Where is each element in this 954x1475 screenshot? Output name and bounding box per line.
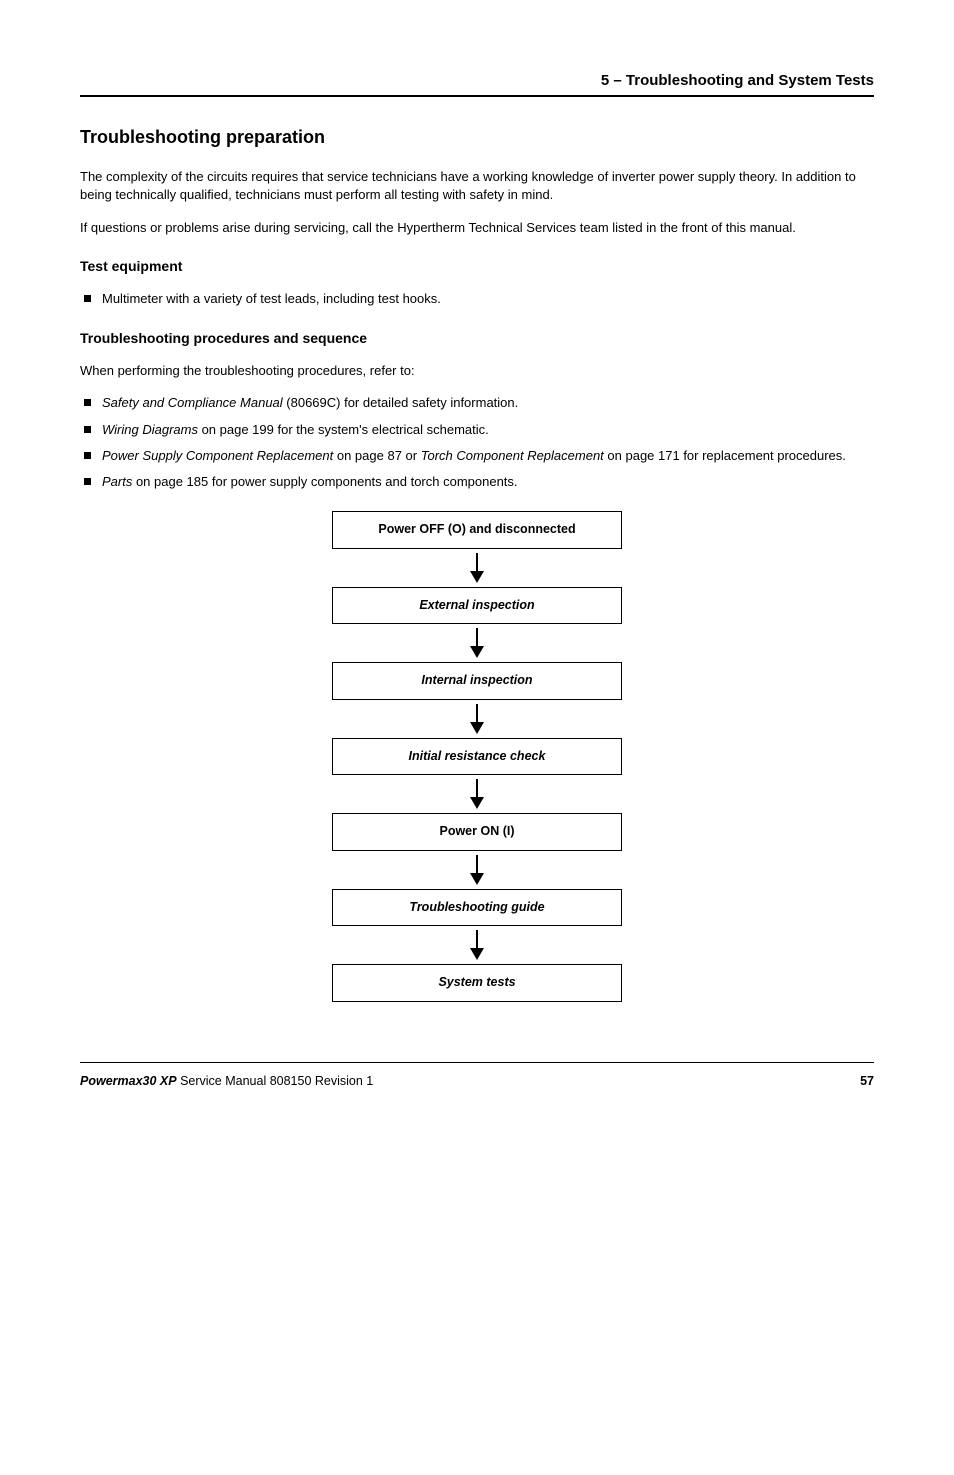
flowchart: Power OFF (O) and disconnected External … — [80, 511, 874, 1002]
arrow-down-icon — [468, 553, 486, 583]
intro-para-1: The complexity of the circuits requires … — [80, 168, 874, 204]
flow-box-label: Troubleshooting guide — [409, 900, 544, 914]
list-item-text: on page 185 for power supply components … — [132, 474, 517, 489]
ref-link: Power Supply Component Replacement — [102, 448, 333, 463]
flow-box-label: Initial resistance check — [409, 749, 546, 763]
chapter-title: 5 – Troubleshooting and System Tests — [80, 70, 874, 91]
section-heading: Troubleshooting preparation — [80, 125, 874, 150]
list-item: Multimeter with a variety of test leads,… — [80, 290, 874, 308]
arrow-down-icon — [468, 704, 486, 734]
flow-box-internal-inspection: Internal inspection — [332, 662, 622, 700]
footer-doc-text: Service Manual 808150 Revision 1 — [177, 1074, 374, 1088]
page-footer: Powermax30 XP Service Manual 808150 Revi… — [80, 1062, 874, 1091]
list-item-text: on page 87 or — [333, 448, 420, 463]
list-item: Safety and Compliance Manual (80669C) fo… — [80, 394, 874, 412]
flow-box-power-on: Power ON (I) — [332, 813, 622, 851]
arrow-down-icon — [468, 628, 486, 658]
footer-doc-info: Powermax30 XP Service Manual 808150 Revi… — [80, 1073, 373, 1091]
flow-box-external-inspection: External inspection — [332, 587, 622, 625]
flow-box-power-off: Power OFF (O) and disconnected — [332, 511, 622, 549]
list-item-text: Multimeter with a variety of test leads,… — [102, 291, 441, 306]
procedures-heading: Troubleshooting procedures and sequence — [80, 329, 874, 349]
ref-link: Parts — [102, 474, 132, 489]
flow-box-label: Power OFF (O) and disconnected — [378, 522, 575, 536]
ref-link: Safety and Compliance Manual — [102, 395, 283, 410]
flow-box-label: Power ON (I) — [439, 824, 514, 838]
list-item: Wiring Diagrams on page 199 for the syst… — [80, 421, 874, 439]
arrow-down-icon — [468, 779, 486, 809]
procedures-lead: When performing the troubleshooting proc… — [80, 362, 874, 380]
arrow-down-icon — [468, 855, 486, 885]
list-item-text: on page 199 for the system's electrical … — [198, 422, 489, 437]
flow-box-initial-resistance: Initial resistance check — [332, 738, 622, 776]
ref-link: Wiring Diagrams — [102, 422, 198, 437]
list-item-text: on page 171 for replacement procedures. — [604, 448, 846, 463]
footer-page-number: 57 — [860, 1073, 874, 1091]
intro-para-2: If questions or problems arise during se… — [80, 219, 874, 237]
list-item: Power Supply Component Replacement on pa… — [80, 447, 874, 465]
list-item-text: (80669C) for detailed safety information… — [283, 395, 519, 410]
procedures-list: Safety and Compliance Manual (80669C) fo… — [80, 394, 874, 491]
flow-box-system-tests: System tests — [332, 964, 622, 1002]
page-header: 5 – Troubleshooting and System Tests — [80, 70, 874, 97]
list-item: Parts on page 185 for power supply compo… — [80, 473, 874, 491]
arrow-down-icon — [468, 930, 486, 960]
test-equipment-heading: Test equipment — [80, 257, 874, 277]
flow-box-label: External inspection — [419, 598, 534, 612]
flow-box-label: System tests — [438, 975, 515, 989]
flow-box-troubleshooting-guide: Troubleshooting guide — [332, 889, 622, 927]
footer-product: Powermax30 XP — [80, 1074, 177, 1088]
ref-link: Torch Component Replacement — [421, 448, 604, 463]
test-equipment-list: Multimeter with a variety of test leads,… — [80, 290, 874, 308]
flow-box-label: Internal inspection — [421, 673, 532, 687]
